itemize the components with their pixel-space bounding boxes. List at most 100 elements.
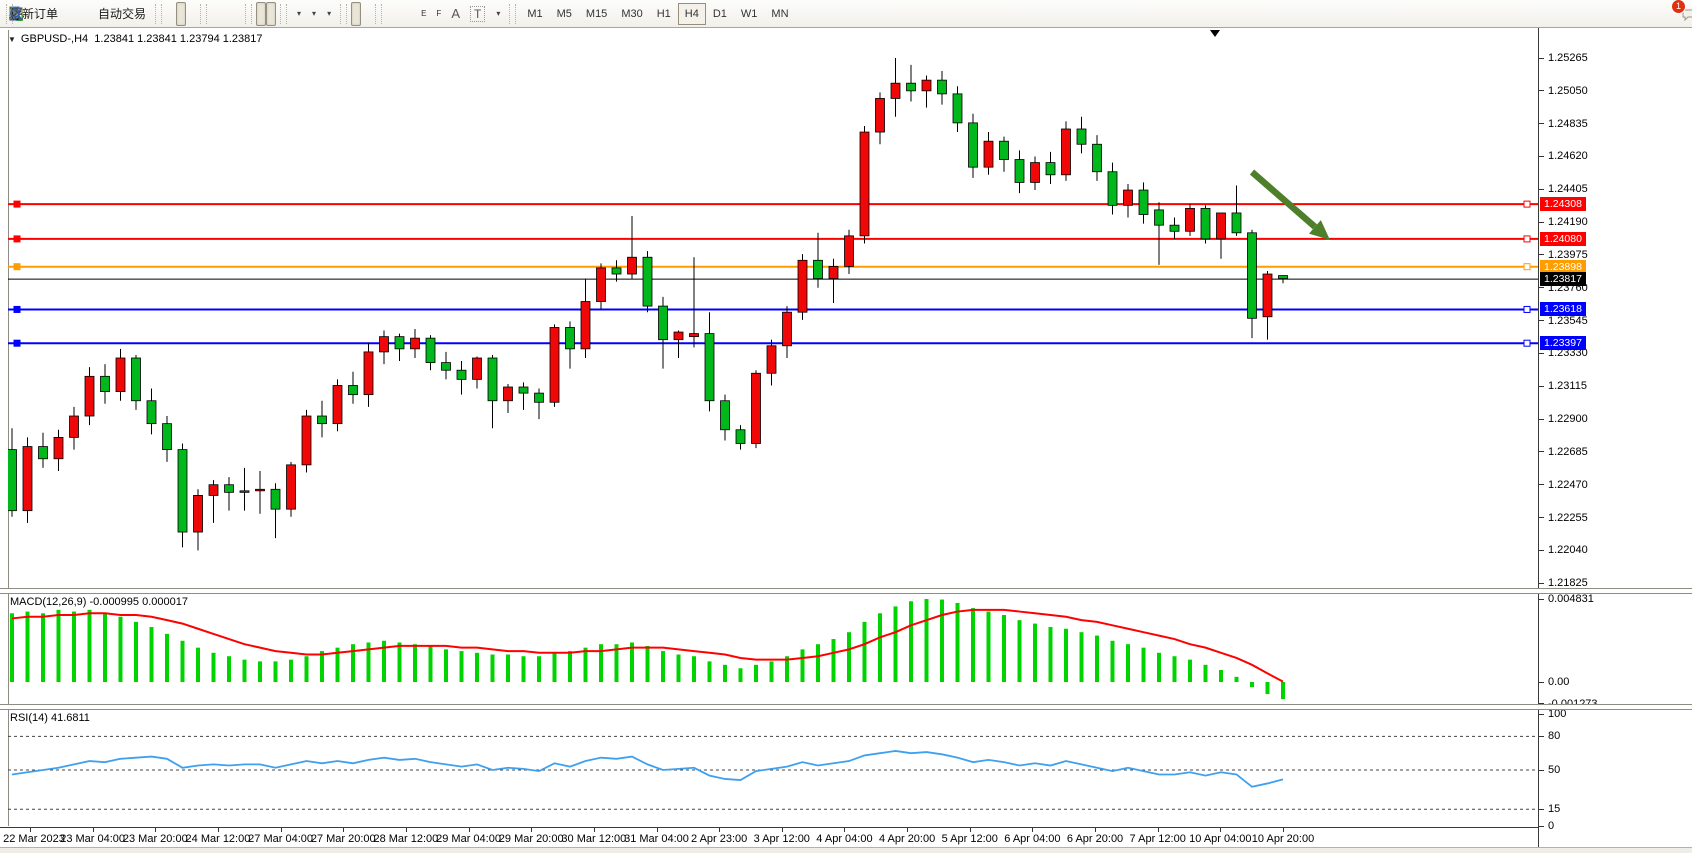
axis-tick-label: 1.24835 bbox=[1548, 118, 1588, 130]
chart-window-button[interactable] bbox=[73, 2, 83, 26]
macd-pane[interactable] bbox=[8, 592, 1538, 704]
candle bbox=[752, 373, 761, 443]
templates-button[interactable]: ▾ bbox=[321, 2, 336, 26]
tab-w1[interactable]: W1 bbox=[734, 3, 765, 25]
toolbar-grip[interactable] bbox=[509, 4, 516, 24]
time-tick bbox=[594, 828, 595, 832]
horizontal-line-button[interactable] bbox=[396, 2, 406, 26]
toolbar-grip[interactable] bbox=[375, 4, 382, 24]
macd-bar bbox=[553, 653, 557, 682]
auto-scroll-button[interactable] bbox=[256, 2, 266, 26]
tile-windows-button[interactable] bbox=[231, 2, 241, 26]
bar-chart-mode-button[interactable] bbox=[166, 2, 176, 26]
chart-shift-button[interactable] bbox=[266, 2, 276, 26]
tab-m15[interactable]: M15 bbox=[579, 3, 614, 25]
candle bbox=[705, 334, 714, 401]
candle bbox=[1124, 190, 1133, 205]
tab-m1[interactable]: M1 bbox=[520, 3, 549, 25]
time-tick-label: 4 Apr 04:00 bbox=[816, 833, 872, 845]
search-button[interactable] bbox=[1656, 2, 1666, 26]
time-axis[interactable]: 22 Mar 202323 Mar 04:0023 Mar 20:0024 Ma… bbox=[0, 827, 1692, 848]
axis-tick bbox=[1539, 451, 1544, 452]
chart-shift-marker[interactable] bbox=[1210, 30, 1220, 37]
axis-tick bbox=[1539, 736, 1544, 737]
candle bbox=[860, 132, 869, 236]
tab-mn[interactable]: MN bbox=[764, 3, 795, 25]
macd-bar bbox=[568, 651, 572, 682]
candle bbox=[1046, 163, 1055, 175]
auto-trading-button[interactable]: 自动交易 bbox=[93, 2, 151, 26]
text-label-button[interactable]: T bbox=[465, 2, 490, 26]
pane-splitter[interactable] bbox=[0, 588, 1692, 594]
channel-button[interactable]: E bbox=[416, 2, 431, 26]
current-price-badge: 1.23817 bbox=[1540, 272, 1586, 286]
signal-button[interactable] bbox=[83, 2, 93, 26]
candle bbox=[1217, 213, 1226, 239]
macd-bar bbox=[1002, 615, 1006, 682]
toolbar-grip[interactable] bbox=[155, 4, 162, 24]
candle bbox=[116, 358, 125, 392]
notifications-button[interactable]: 1 bbox=[1672, 2, 1682, 26]
crosshair-button[interactable] bbox=[361, 2, 371, 26]
zoom-out-button[interactable] bbox=[221, 2, 231, 26]
toolbar-grip[interactable] bbox=[340, 4, 347, 24]
rsi-pane[interactable] bbox=[8, 708, 1538, 826]
toolbar: 新订单 bbox=[0, 0, 1692, 28]
candle bbox=[1108, 172, 1117, 206]
macd-bar bbox=[72, 612, 76, 682]
candle bbox=[318, 416, 327, 424]
candle bbox=[550, 327, 559, 402]
axis-tick bbox=[1539, 583, 1544, 584]
macd-bar bbox=[1018, 620, 1022, 682]
pane-splitter[interactable] bbox=[0, 704, 1692, 710]
tab-h4[interactable]: H4 bbox=[678, 3, 706, 25]
mt4-window: 新订单 bbox=[0, 0, 1692, 853]
macd-bar bbox=[925, 599, 929, 682]
main-price-chart[interactable] bbox=[8, 30, 1538, 588]
candlestick-mode-button[interactable] bbox=[176, 2, 186, 26]
indicators-button[interactable]: ▾ bbox=[291, 2, 306, 26]
hline-handle bbox=[14, 340, 20, 346]
axis-tick-label: 1.25265 bbox=[1548, 52, 1588, 64]
dropdown-caret: ▾ bbox=[327, 9, 331, 18]
cursor-button[interactable] bbox=[351, 2, 361, 26]
candle bbox=[287, 465, 296, 509]
macd-bar bbox=[1250, 682, 1254, 687]
toolbar-grip[interactable] bbox=[280, 4, 287, 24]
macd-bar bbox=[150, 627, 154, 682]
hline-handle bbox=[1524, 201, 1530, 207]
axis-tick bbox=[1539, 809, 1544, 810]
tab-m30[interactable]: M30 bbox=[614, 3, 649, 25]
candle bbox=[225, 485, 234, 493]
candle bbox=[659, 306, 668, 340]
toolbar-grip[interactable] bbox=[200, 4, 207, 24]
macd-bar bbox=[1204, 665, 1208, 682]
time-tick-label: 29 Mar 04:00 bbox=[436, 833, 501, 845]
tab-h1[interactable]: H1 bbox=[650, 3, 678, 25]
time-tick bbox=[155, 828, 156, 832]
market-watch-button[interactable] bbox=[63, 2, 73, 26]
trendline-button[interactable] bbox=[406, 2, 416, 26]
tab-m5[interactable]: M5 bbox=[550, 3, 579, 25]
axis-tick bbox=[1539, 189, 1544, 190]
macd-bar bbox=[243, 660, 247, 682]
fibonacci-button[interactable]: F bbox=[431, 2, 446, 26]
channel-letter: E bbox=[421, 9, 426, 18]
axis-tick-label: 1.22040 bbox=[1548, 544, 1588, 556]
macd-bar bbox=[41, 613, 45, 682]
toolbar-grip[interactable] bbox=[245, 4, 252, 24]
collapse-triangle-icon[interactable]: ▼ bbox=[8, 35, 16, 44]
shapes-button[interactable]: ▾ bbox=[490, 2, 505, 26]
window-bottom-strip bbox=[0, 847, 1692, 853]
axis-tick bbox=[1539, 123, 1544, 124]
macd-bar bbox=[506, 655, 510, 682]
tab-d1[interactable]: D1 bbox=[706, 3, 734, 25]
zoom-in-button[interactable] bbox=[211, 2, 221, 26]
vertical-line-button[interactable] bbox=[386, 2, 396, 26]
periods-button[interactable]: ▾ bbox=[306, 2, 321, 26]
price-axis[interactable]: 1.252651.250501.248351.246201.244051.241… bbox=[1538, 28, 1692, 847]
text-button[interactable]: A bbox=[446, 2, 465, 26]
line-chart-mode-button[interactable] bbox=[186, 2, 196, 26]
axis-tick bbox=[1539, 90, 1544, 91]
time-tick bbox=[657, 828, 658, 832]
